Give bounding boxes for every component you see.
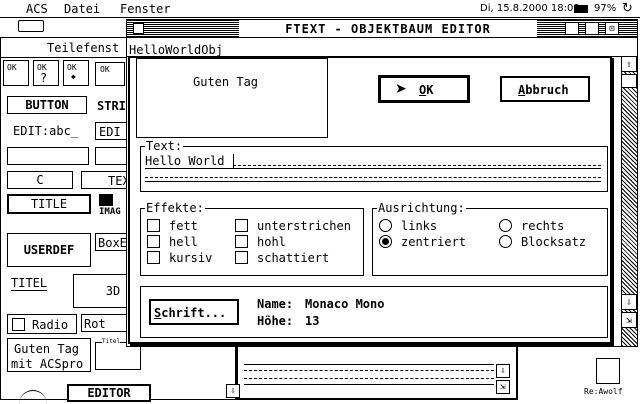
edit-tool-icon[interactable]: OK: [95, 62, 125, 86]
resize-main-icon[interactable]: ⇲: [621, 312, 637, 328]
cancel-button[interactable]: Abbruch: [500, 76, 590, 102]
radio-selected-icon: [379, 235, 392, 248]
char-part[interactable]: C: [7, 171, 73, 189]
radio-part-box-icon: [12, 318, 25, 331]
window-title: FTEXT - OBJEKTBAUM EDITOR: [285, 21, 491, 36]
effect-kursiv[interactable]: kursiv: [147, 251, 237, 265]
preview-box: Guten Tag: [136, 58, 328, 138]
refresh-icon[interactable]: ↻: [622, 2, 633, 15]
button-part[interactable]: BUTTON: [7, 96, 87, 114]
radio-part[interactable]: Radio: [7, 314, 77, 334]
title-bar[interactable]: FTEXT - OBJEKTBAUM EDITOR ⊡: [127, 20, 637, 38]
scroll-down-main-icon[interactable]: ⇩: [621, 294, 637, 310]
align-rechts[interactable]: rechts: [499, 219, 599, 233]
background-text-window: ⇩ ⇲: [236, 344, 518, 400]
image-part-label: IMAG: [99, 207, 121, 217]
resize-icon[interactable]: ⇲: [496, 380, 510, 394]
editor-part[interactable]: EDITOR: [67, 384, 151, 402]
font-group: Schrift... Name: Monaco Mono Höhe: 13: [140, 286, 608, 338]
edit-part[interactable]: EDIT:abc_: [13, 125, 78, 137]
radio-icon: [379, 219, 392, 232]
paint-tool-icon[interactable]: OK ◆: [63, 60, 89, 86]
person-tool-icon[interactable]: OK ?: [33, 60, 59, 86]
titel-part[interactable]: TITEL: [11, 277, 48, 291]
guten-tag-part[interactable]: Guten Tag mit ACSpro: [7, 338, 91, 372]
scroll-thumb[interactable]: [621, 74, 637, 88]
image-part-icon[interactable]: [99, 194, 113, 206]
trash-label: Re:Awolf: [584, 387, 623, 396]
font-name-label: Name:: [257, 297, 294, 311]
effect-fett[interactable]: fett: [147, 219, 237, 233]
fuller-icon[interactable]: ⊡: [605, 22, 619, 35]
ok-tool-icon[interactable]: OK: [3, 60, 29, 86]
checkbox-icon: [147, 219, 160, 232]
align-links[interactable]: links: [379, 219, 469, 233]
object-name: HelloWorldObj: [129, 43, 223, 57]
font-name-value: Monaco Mono: [305, 297, 385, 311]
checkbox-icon: [147, 235, 160, 248]
battery-level: 97%: [594, 3, 617, 14]
radio-icon: [499, 235, 512, 248]
font-button[interactable]: Schrift...: [149, 299, 239, 325]
box-part[interactable]: [7, 147, 89, 165]
text-group-label: Text:: [145, 139, 184, 153]
align-blocksatz[interactable]: Blocksatz: [499, 235, 599, 249]
dialog: Guten Tag ➤ OK Abbruch Text: Hello World…: [128, 56, 612, 344]
sun-icon: [19, 390, 47, 404]
scroll-down-icon[interactable]: ⇩: [496, 364, 510, 378]
desktop-icon[interactable]: [18, 20, 44, 32]
parts-window-title[interactable]: Teilefenst: [47, 42, 119, 54]
ok-button[interactable]: ➤ OK: [378, 75, 470, 103]
effect-hell[interactable]: hell: [147, 235, 237, 249]
trash-icon[interactable]: [596, 358, 620, 384]
effect-hohl[interactable]: hohl: [235, 235, 345, 249]
rot-part[interactable]: Rot: [81, 314, 131, 332]
menu-datei[interactable]: Datei: [64, 3, 100, 15]
effect-schattiert[interactable]: schattiert: [235, 251, 355, 265]
checkbox-icon: [147, 251, 160, 264]
string-part[interactable]: STRI: [97, 100, 126, 112]
checkbox-icon: [235, 219, 248, 232]
menu-fenster[interactable]: Fenster: [120, 3, 171, 15]
preview-text: Guten Tag: [193, 75, 259, 89]
effect-unterstrichen[interactable]: unterstrichen: [235, 219, 363, 233]
collapse-icon[interactable]: [585, 22, 599, 35]
cursor-icon: ➤: [395, 81, 407, 97]
effects-group: Effekte: fett hell kursiv unterstrichen …: [140, 202, 364, 276]
battery-icon: [574, 5, 588, 13]
userdef-part[interactable]: USERDEF: [7, 233, 91, 267]
checkbox-icon: [235, 251, 248, 264]
menu-acs[interactable]: ACS: [26, 3, 48, 15]
iconify-icon[interactable]: [565, 22, 579, 35]
font-height-label: Höhe:: [257, 314, 294, 328]
text-group: Text: Hello World: [140, 140, 608, 192]
font-height-value: 13: [305, 314, 320, 328]
radio-icon: [499, 219, 512, 232]
alignment-group: Ausrichtung: links zentriert rechts Bloc…: [372, 202, 608, 276]
scroll-up-icon[interactable]: ⇧: [621, 56, 637, 72]
title-part[interactable]: TITLE: [7, 194, 91, 214]
effects-label: Effekte:: [145, 201, 205, 215]
scroll-down-left-icon[interactable]: ⇩: [226, 384, 240, 398]
alignment-label: Ausrichtung:: [377, 201, 466, 215]
text-input[interactable]: Hello World: [145, 154, 601, 185]
align-zentriert[interactable]: zentriert: [379, 235, 489, 249]
menubar: ACS Datei Fenster Di, 15.8.2000 18:03 97…: [0, 0, 640, 18]
checkbox-icon: [235, 235, 248, 248]
clock: Di, 15.8.2000 18:03: [480, 3, 580, 14]
close-box-icon[interactable]: [133, 23, 144, 34]
